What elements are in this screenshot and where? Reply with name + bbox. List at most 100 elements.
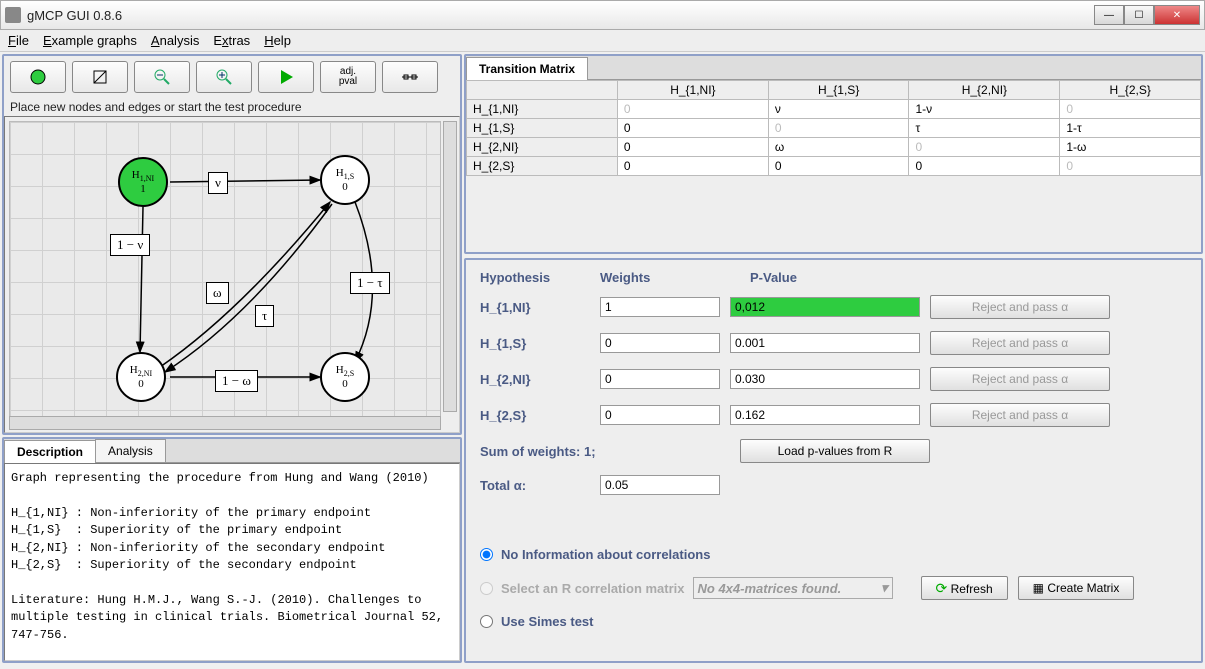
matrix-cell[interactable]: 0 <box>617 138 768 157</box>
hyp-name: H_{1,S} <box>480 336 590 351</box>
reject-button[interactable]: Reject and pass α <box>930 295 1110 319</box>
matrix-cell[interactable]: τ <box>909 119 1060 138</box>
radio-simes-row[interactable]: Use Simes test <box>480 614 1187 629</box>
matrix-header: H_{1,S} <box>768 81 909 100</box>
adj-pval-button[interactable]: adj. pval <box>320 61 376 93</box>
total-alpha-label: Total α: <box>480 478 590 493</box>
matrix-row-header: H_{2,S} <box>467 157 618 176</box>
radio-select-r-label: Select an R correlation matrix <box>501 581 685 596</box>
sum-of-weights: Sum of weights: 1; <box>480 444 730 459</box>
edge-label-tau[interactable]: τ <box>255 305 274 327</box>
canvas-vscroll[interactable] <box>443 121 457 412</box>
correlation-matrix-combo[interactable]: No 4x4-matrices found.▾ <box>693 577 893 599</box>
matrix-cell[interactable]: 0 <box>768 157 909 176</box>
radio-select-r-row[interactable]: Select an R correlation matrix No 4x4-ma… <box>480 576 1187 600</box>
zoom-in-button[interactable] <box>196 61 252 93</box>
matrix-header: H_{1,NI} <box>617 81 768 100</box>
window-title: gMCP GUI 0.8.6 <box>27 8 1094 23</box>
matrix-row-header: H_{2,NI} <box>467 138 618 157</box>
chevron-down-icon: ▾ <box>881 580 888 596</box>
total-alpha-input[interactable] <box>600 475 720 495</box>
matrix-cell[interactable]: 1-ν <box>909 100 1060 119</box>
matrix-cell[interactable]: 0 <box>768 119 909 138</box>
layout-button[interactable] <box>382 61 438 93</box>
matrix-cell[interactable]: 0 <box>1060 100 1201 119</box>
run-button[interactable] <box>258 61 314 93</box>
pvalue-input[interactable] <box>730 333 920 353</box>
col-weights: Weights <box>600 270 750 285</box>
edge-label-nu[interactable]: ν <box>208 172 228 194</box>
create-matrix-button[interactable]: ▦ Create Matrix <box>1018 576 1135 600</box>
new-node-button[interactable] <box>10 61 66 93</box>
maximize-button[interactable]: ☐ <box>1124 5 1154 25</box>
radio-simes[interactable] <box>480 615 493 628</box>
pvalue-input[interactable] <box>730 405 920 425</box>
title-bar: gMCP GUI 0.8.6 — ☐ ✕ <box>0 0 1205 30</box>
tab-transition-matrix[interactable]: Transition Matrix <box>466 57 588 80</box>
radio-no-info-row[interactable]: No Information about correlations <box>480 547 1187 562</box>
col-hypothesis: Hypothesis <box>480 270 600 285</box>
matrix-cell[interactable]: 0 <box>617 119 768 138</box>
matrix-header: H_{2,S} <box>1060 81 1201 100</box>
close-button[interactable]: ✕ <box>1154 5 1200 25</box>
matrix-cell[interactable]: 0 <box>617 157 768 176</box>
toolbar: adj. pval <box>4 56 460 98</box>
canvas-hscroll[interactable] <box>9 416 441 430</box>
radio-simes-label: Use Simes test <box>501 614 594 629</box>
matrix-cell[interactable]: 1-ω <box>1060 138 1201 157</box>
matrix-row-header: H_{1,NI} <box>467 100 618 119</box>
tab-analysis[interactable]: Analysis <box>95 439 166 462</box>
node-h1s[interactable]: H1,S0 <box>320 155 370 205</box>
edge-label-1-tau[interactable]: 1 − τ <box>350 272 390 294</box>
matrix-cell[interactable]: 1-τ <box>1060 119 1201 138</box>
grid-icon: ▦ <box>1033 581 1044 595</box>
matrix-cell[interactable]: 0 <box>909 157 1060 176</box>
node-h2s[interactable]: H2,S0 <box>320 352 370 402</box>
hypothesis-panel: Hypothesis Weights P-Value H_{1,NI}Rejec… <box>464 258 1203 663</box>
matrix-header <box>467 81 618 100</box>
edge-label-1-omega[interactable]: 1 − ω <box>215 370 258 392</box>
node-h2ni[interactable]: H2,NI0 <box>116 352 166 402</box>
weight-input[interactable] <box>600 333 720 353</box>
pvalue-input[interactable] <box>730 369 920 389</box>
hyp-name: H_{2,S} <box>480 408 590 423</box>
node-h1ni[interactable]: H1,NI1 <box>118 157 168 207</box>
matrix-cell[interactable]: 0 <box>909 138 1060 157</box>
matrix-cell[interactable]: ω <box>768 138 909 157</box>
refresh-button[interactable]: ⟳ Refresh <box>921 576 1008 600</box>
matrix-cell[interactable]: 0 <box>1060 157 1201 176</box>
refresh-icon: ⟳ <box>936 580 948 596</box>
menu-extras[interactable]: Extras <box>213 33 250 48</box>
tab-description[interactable]: Description <box>4 440 96 463</box>
zoom-out-button[interactable] <box>134 61 190 93</box>
graph-canvas-wrap: H1,NI1 H1,S0 H2,NI0 H2,S0 ν 1 − ν ω τ 1 … <box>4 116 460 433</box>
reject-button[interactable]: Reject and pass α <box>930 331 1110 355</box>
matrix-row-header: H_{1,S} <box>467 119 618 138</box>
pvalue-input[interactable] <box>730 297 920 317</box>
new-edge-button[interactable] <box>72 61 128 93</box>
radio-no-info-label: No Information about correlations <box>501 547 710 562</box>
weight-input[interactable] <box>600 405 720 425</box>
radio-select-r[interactable] <box>480 582 493 595</box>
radio-no-info[interactable] <box>480 548 493 561</box>
edge-label-1-nu[interactable]: 1 − ν <box>110 234 150 256</box>
load-pvalues-button[interactable]: Load p-values from R <box>740 439 930 463</box>
minimize-button[interactable]: — <box>1094 5 1124 25</box>
matrix-cell[interactable]: 0 <box>617 100 768 119</box>
menu-example-graphs[interactable]: Example graphs <box>43 33 137 48</box>
edge-label-omega[interactable]: ω <box>206 282 229 304</box>
hyp-name: H_{1,NI} <box>480 300 590 315</box>
matrix-header: H_{2,NI} <box>909 81 1060 100</box>
matrix-cell[interactable]: ν <box>768 100 909 119</box>
weight-input[interactable] <box>600 297 720 317</box>
reject-button[interactable]: Reject and pass α <box>930 403 1110 427</box>
menu-analysis[interactable]: Analysis <box>151 33 199 48</box>
menu-file[interactable]: File <box>8 33 29 48</box>
hyp-name: H_{2,NI} <box>480 372 590 387</box>
description-text[interactable]: Graph representing the procedure from Hu… <box>4 463 460 661</box>
menu-help[interactable]: Help <box>264 33 291 48</box>
reject-button[interactable]: Reject and pass α <box>930 367 1110 391</box>
weight-input[interactable] <box>600 369 720 389</box>
graph-canvas[interactable]: H1,NI1 H1,S0 H2,NI0 H2,S0 ν 1 − ν ω τ 1 … <box>9 121 441 428</box>
transition-matrix-table[interactable]: H_{1,NI}H_{1,S}H_{2,NI}H_{2,S}H_{1,NI}0ν… <box>466 80 1201 176</box>
